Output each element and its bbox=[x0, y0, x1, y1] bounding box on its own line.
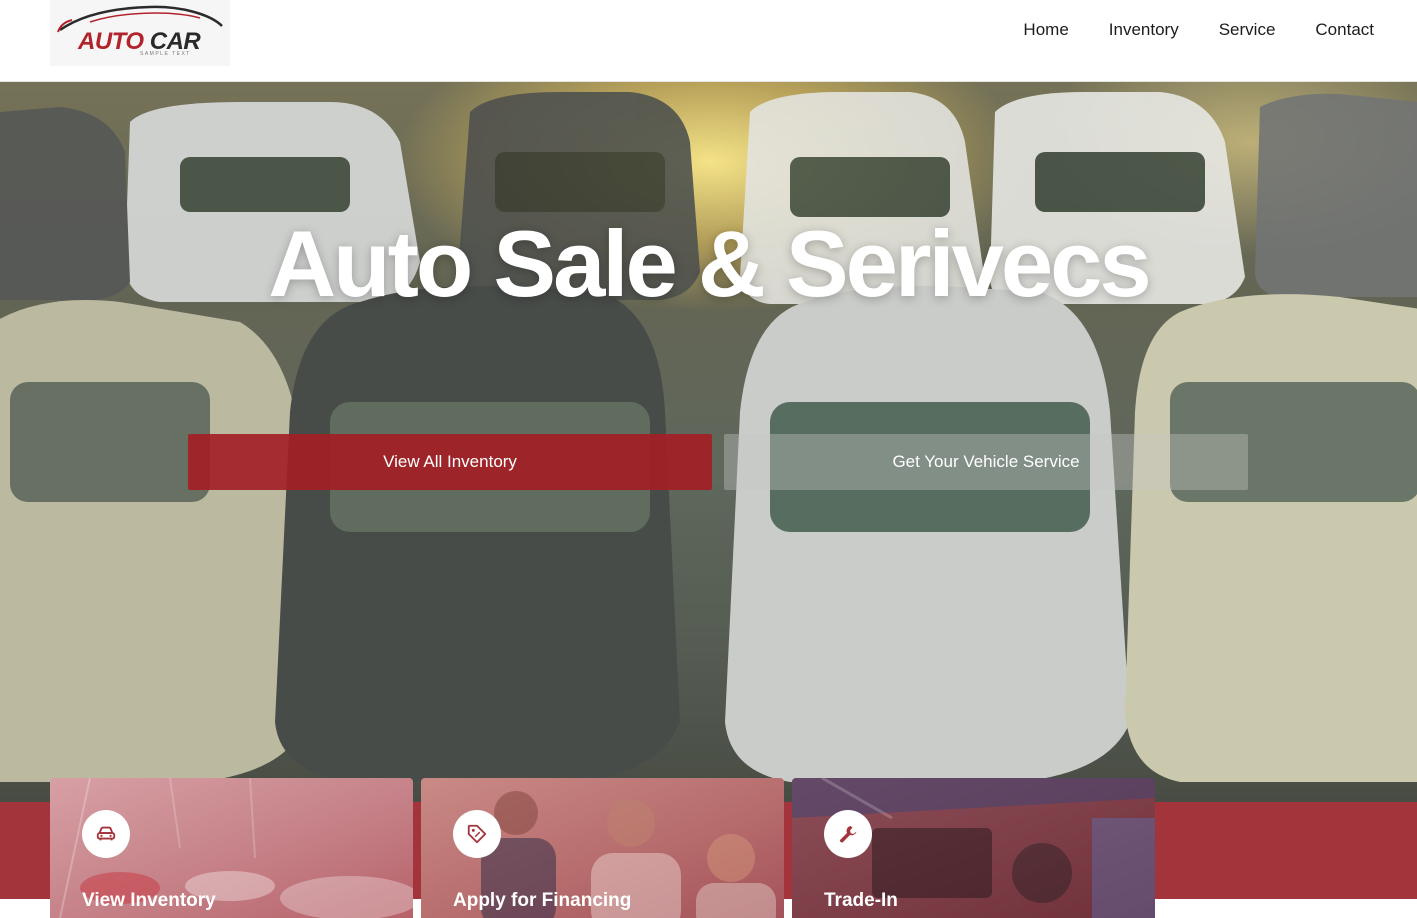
hero-section: Auto Sale & Serivecs View All Inventory … bbox=[0, 82, 1417, 802]
card-icon-wrapper bbox=[824, 810, 872, 858]
feature-card-trade-in[interactable]: Trade-In bbox=[792, 778, 1155, 918]
logo[interactable]: AUTO CAR SAMPLE TEXT bbox=[50, 0, 230, 66]
card-icon-wrapper bbox=[82, 810, 130, 858]
logo-tagline: SAMPLE TEXT bbox=[140, 51, 191, 57]
view-inventory-button[interactable]: View All Inventory bbox=[188, 434, 712, 490]
card-title: Apply for Financing bbox=[453, 890, 632, 911]
feature-card-inventory[interactable]: View Inventory bbox=[50, 778, 413, 918]
wrench-icon bbox=[839, 826, 857, 843]
feature-card-financing[interactable]: Apply for Financing bbox=[421, 778, 784, 918]
nav-service[interactable]: Service bbox=[1219, 20, 1276, 40]
nav-home[interactable]: Home bbox=[1023, 20, 1068, 40]
tag-icon bbox=[467, 824, 487, 844]
nav-inventory[interactable]: Inventory bbox=[1109, 20, 1179, 40]
card-title: View Inventory bbox=[82, 890, 216, 911]
main-nav: Home Inventory Service Contact bbox=[1023, 20, 1374, 40]
vehicle-service-button[interactable]: Get Your Vehicle Service bbox=[724, 434, 1248, 490]
logo-brand-auto: AUTO bbox=[78, 28, 144, 55]
hero-title: Auto Sale & Serivecs bbox=[268, 211, 1151, 316]
site-header: AUTO CAR SAMPLE TEXT Home Inventory Serv… bbox=[0, 0, 1417, 82]
card-icon-wrapper bbox=[453, 810, 501, 858]
nav-contact[interactable]: Contact bbox=[1315, 20, 1374, 40]
car-icon bbox=[96, 826, 116, 841]
card-title: Trade-In bbox=[824, 890, 898, 911]
